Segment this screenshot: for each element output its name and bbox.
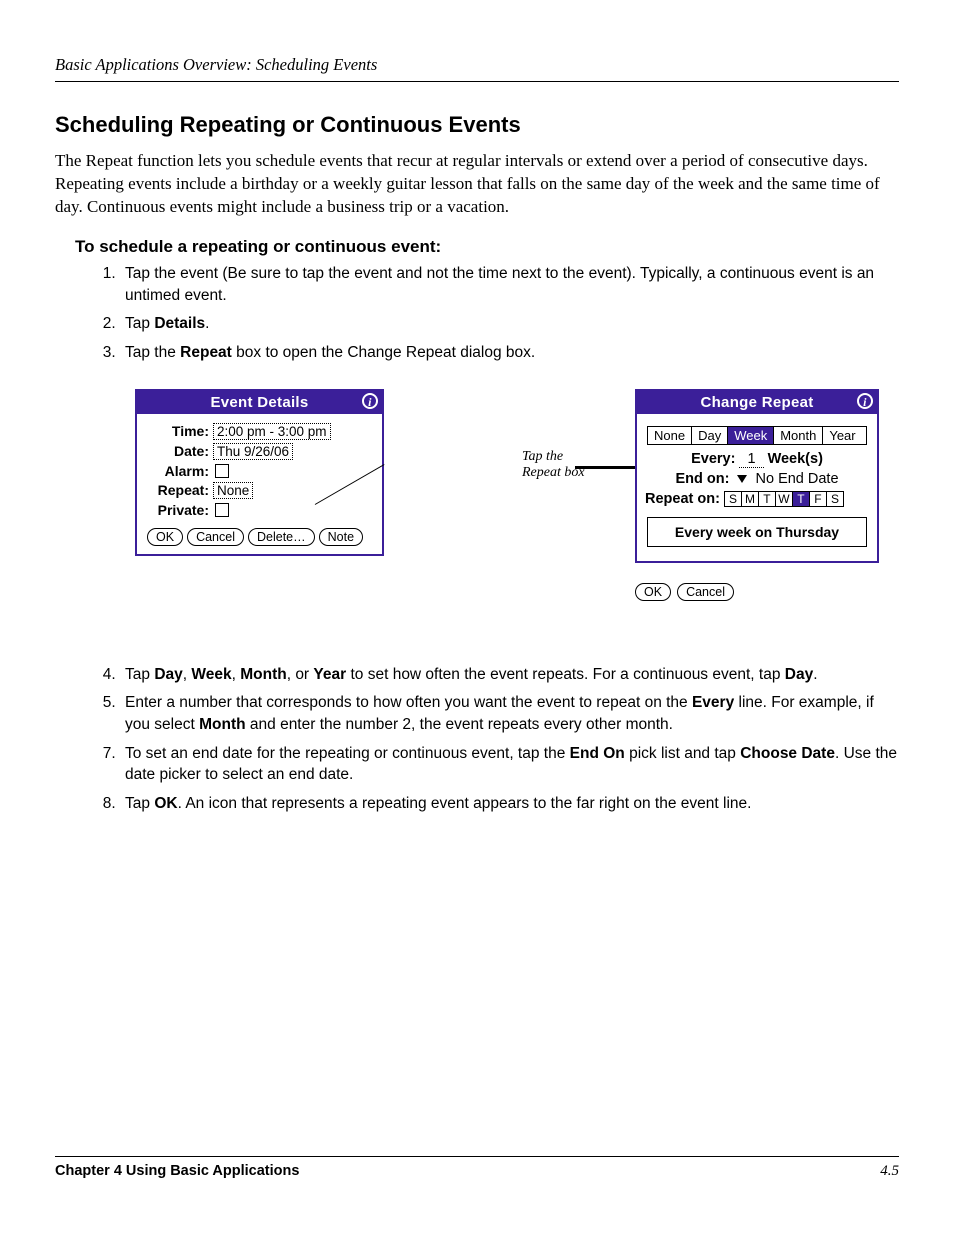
dialog-title: Change Repeat <box>700 394 813 411</box>
repeaton-label: Repeat on: <box>645 491 720 507</box>
step-4: Tap Day, Week, Month, or Year to set how… <box>120 664 899 686</box>
step-text-bold: Year <box>313 666 346 683</box>
header-rule <box>55 81 899 82</box>
ok-button[interactable]: OK <box>635 583 671 601</box>
endon-label: End on: <box>675 471 729 487</box>
info-icon[interactable]: i <box>362 393 378 409</box>
chevron-down-icon[interactable] <box>737 475 747 483</box>
step-text: . <box>813 666 817 683</box>
cancel-button[interactable]: Cancel <box>187 528 244 546</box>
step-text-bold: Day <box>785 666 813 683</box>
day-mon[interactable]: M <box>742 492 759 506</box>
every-field[interactable]: 1 <box>739 451 763 468</box>
info-icon[interactable]: i <box>857 393 873 409</box>
step-text-bold: Month <box>199 716 245 733</box>
endon-value[interactable]: No End Date <box>756 471 839 487</box>
tab-day[interactable]: Day <box>692 427 728 444</box>
dialog-titlebar: Change Repeat i <box>637 391 877 414</box>
footer-page-number: 4.5 <box>880 1163 899 1180</box>
day-selector: S M T W T F S <box>724 491 844 507</box>
day-sun[interactable]: S <box>725 492 742 506</box>
step-text: Tap <box>125 666 154 683</box>
step-text-bold: Week <box>191 666 231 683</box>
tab-none[interactable]: None <box>648 427 692 444</box>
step-text: Enter a number that corresponds to how o… <box>125 694 692 711</box>
day-wed[interactable]: W <box>776 492 793 506</box>
procedure-subhead: To schedule a repeating or continuous ev… <box>75 237 899 257</box>
step-1: Tap the event (Be sure to tap the event … <box>120 263 899 306</box>
dialog-titlebar: Event Details i <box>137 391 382 414</box>
step-text: , or <box>287 666 314 683</box>
step-text-bold: End On <box>570 745 625 762</box>
alarm-label: Alarm: <box>147 463 209 479</box>
repeat-summary: Every week on Thursday <box>647 517 867 547</box>
event-details-dialog: Event Details i Time: 2:00 pm - 3:00 pm … <box>135 389 384 556</box>
alarm-checkbox[interactable] <box>215 464 229 478</box>
step-list: Tap the event (Be sure to tap the event … <box>95 263 899 364</box>
step-text: Tap <box>125 795 154 812</box>
tab-month[interactable]: Month <box>774 427 823 444</box>
step-3: Tap the Repeat box to open the Change Re… <box>120 342 899 364</box>
tab-year[interactable]: Year <box>823 427 861 444</box>
step-text-bold: Repeat <box>180 344 232 361</box>
every-unit: Week(s) <box>768 451 823 467</box>
delete-button[interactable]: Delete… <box>248 528 315 546</box>
footer-chapter: Chapter 4 Using Basic Applications <box>55 1163 299 1179</box>
tab-week[interactable]: Week <box>728 427 774 444</box>
step-text: Tap <box>125 315 154 332</box>
step-text: , <box>232 666 241 683</box>
callout-text: Tap the <box>522 449 563 464</box>
private-checkbox[interactable] <box>215 503 229 517</box>
step-text-bold: Month <box>240 666 286 683</box>
running-header: Basic Applications Overview: Scheduling … <box>55 55 899 75</box>
step-text-bold: Details <box>154 315 205 332</box>
frequency-tabs: None Day Week Month Year <box>647 426 867 445</box>
intro-paragraph: The Repeat function lets you schedule ev… <box>55 150 899 219</box>
day-tue[interactable]: T <box>759 492 776 506</box>
change-repeat-dialog: Change Repeat i None Day Week Month Year… <box>635 389 879 563</box>
day-thu[interactable]: T <box>793 492 810 506</box>
day-fri[interactable]: F <box>810 492 827 506</box>
time-field[interactable]: 2:00 pm - 3:00 pm <box>213 423 331 440</box>
step-2: Tap Details. <box>120 313 899 335</box>
figure-row: Event Details i Time: 2:00 pm - 3:00 pm … <box>135 389 899 639</box>
step-text-bold: Day <box>154 666 182 683</box>
repeat-field[interactable]: None <box>213 482 253 499</box>
step-text: Tap the <box>125 344 180 361</box>
page-footer: Chapter 4 Using Basic Applications 4.5 <box>55 1156 899 1180</box>
time-label: Time: <box>147 423 209 439</box>
date-label: Date: <box>147 443 209 459</box>
step-7: To set an end date for the repeating or … <box>120 743 899 786</box>
step-text: To set an end date for the repeating or … <box>125 745 570 762</box>
step-text: . <box>205 315 209 332</box>
step-text: and enter the number 2, the event repeat… <box>246 716 673 733</box>
step-text-bold: Choose Date <box>740 745 835 762</box>
dialog-title: Event Details <box>210 394 308 411</box>
step-text-bold: Every <box>692 694 734 711</box>
note-button[interactable]: Note <box>319 528 363 546</box>
step-8: Tap OK. An icon that represents a repeat… <box>120 793 899 815</box>
step-text-bold: OK <box>154 795 177 812</box>
step-list-continued: Tap Day, Week, Month, or Year to set how… <box>95 664 899 815</box>
step-text: box to open the Change Repeat dialog box… <box>232 344 535 361</box>
ok-button[interactable]: OK <box>147 528 183 546</box>
date-field[interactable]: Thu 9/26/06 <box>213 443 293 460</box>
repeat-label: Repeat: <box>147 482 209 498</box>
every-label: Every: <box>691 451 735 467</box>
step-text: pick list and tap <box>625 745 740 762</box>
day-sat[interactable]: S <box>827 492 843 506</box>
private-label: Private: <box>147 502 209 518</box>
step-text: . An icon that represents a repeating ev… <box>178 795 752 812</box>
cancel-button[interactable]: Cancel <box>677 583 734 601</box>
footer-rule <box>55 1156 899 1157</box>
step-text: to set how often the event repeats. For … <box>346 666 785 683</box>
step-5: Enter a number that corresponds to how o… <box>120 692 899 735</box>
section-title: Scheduling Repeating or Continuous Event… <box>55 112 899 138</box>
